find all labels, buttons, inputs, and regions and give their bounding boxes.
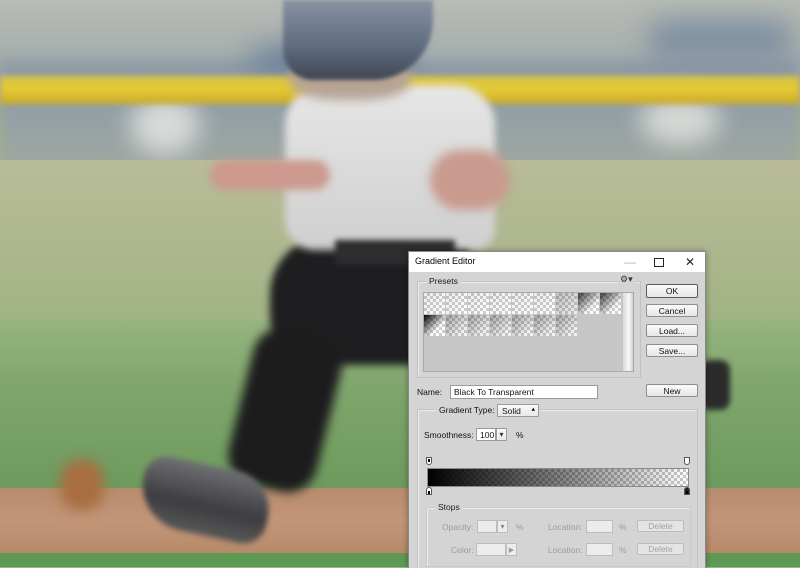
color-location-percent: % — [619, 545, 627, 555]
preset-swatch-gradient — [600, 293, 621, 314]
preset-swatch-checker-diag-5[interactable] — [534, 315, 556, 337]
opacity-stop-fill — [428, 459, 430, 462]
preset-swatch-checker-diag-6[interactable] — [556, 315, 578, 337]
photo-blur-blob — [650, 20, 790, 60]
name-input[interactable]: Black To Transparent — [450, 385, 598, 399]
opacity-label: Opacity: — [442, 522, 474, 532]
close-button[interactable]: ✕ — [675, 252, 705, 272]
photo-dust — [60, 460, 104, 510]
minimize-icon: — — [624, 255, 636, 269]
presets-group: Presets ⚙▾ — [417, 274, 641, 378]
preset-swatch-checker-diag-1[interactable] — [446, 315, 468, 337]
preset-swatch-checker-diag-2[interactable] — [468, 315, 490, 337]
dialog-body: Presets ⚙▾ OK Cancel Load... Save... Nam… — [409, 272, 705, 568]
preset-swatch-gradient — [446, 315, 467, 336]
maximize-button[interactable] — [644, 252, 674, 272]
cancel-button[interactable]: Cancel — [646, 304, 698, 317]
gradient-type-select[interactable]: Solid ▴ — [497, 404, 539, 417]
color-menu-button[interactable]: ▶ — [506, 543, 517, 556]
save-button[interactable]: Save... — [646, 344, 698, 357]
dialog-title: Gradient Editor — [415, 256, 476, 266]
opacity-location-label: Location: — [548, 522, 583, 532]
opacity-location-input[interactable] — [586, 520, 613, 533]
preset-swatch-gradient — [512, 315, 533, 336]
preset-swatch-gradient — [490, 293, 511, 314]
preset-swatch-gradient — [578, 293, 599, 314]
color-stop-fill — [428, 491, 430, 494]
delete-color-stop-button[interactable]: Delete — [637, 543, 684, 555]
opacity-percent: % — [516, 522, 524, 532]
presets-grid — [423, 292, 625, 372]
preset-swatch-gradient — [556, 293, 577, 314]
preset-swatch-black-to-transparent[interactable] — [424, 315, 446, 337]
gradient-editor-dialog: Gradient Editor — ✕ Presets ⚙▾ OK Cancel… — [408, 251, 706, 568]
preset-swatch-gradient — [512, 293, 533, 314]
preset-swatch-checker-light-5[interactable] — [512, 293, 534, 315]
close-icon: ✕ — [684, 255, 696, 269]
preset-swatch-checker-dark-1[interactable] — [578, 293, 600, 315]
opacity-stop-right[interactable] — [684, 457, 690, 465]
gradient-type-value: Solid — [502, 405, 521, 416]
photo-blur-blob — [130, 95, 200, 155]
smoothness-input[interactable]: 100 — [476, 428, 496, 441]
dropdown-icon: ▾ — [499, 430, 504, 439]
gear-icon[interactable]: ⚙▾ — [618, 274, 635, 285]
updown-arrows-icon: ▴ — [531, 406, 535, 413]
preset-swatch-checker-light-2[interactable] — [446, 293, 468, 315]
smoothness-unit: % — [516, 430, 524, 440]
stops-group: Stops Opacity: ▾ % Location: % Delete Co… — [426, 502, 691, 567]
stops-label: Stops — [435, 502, 463, 512]
opacity-location-percent: % — [619, 522, 627, 532]
preset-swatch-checker-light-1[interactable] — [424, 293, 446, 315]
color-label: Color: — [451, 545, 474, 555]
preset-swatch-checker-diag-4[interactable] — [512, 315, 534, 337]
gradient-type-label: Gradient Type: — [436, 405, 498, 415]
dropdown-icon: ▾ — [500, 522, 505, 531]
gradient-preview-bar[interactable] — [427, 468, 689, 487]
preset-swatch-gradient — [468, 315, 489, 336]
maximize-icon — [654, 257, 664, 267]
preset-swatch-gradient — [424, 293, 445, 314]
preset-swatch-checker-light-6[interactable] — [534, 293, 556, 315]
player-arm — [430, 150, 510, 210]
triangle-right-icon: ▶ — [508, 546, 515, 554]
preset-swatch-checker-mid-1[interactable] — [556, 293, 578, 315]
name-label: Name: — [417, 387, 443, 397]
preset-swatch-gradient — [534, 315, 555, 336]
presets-scrollbar[interactable] — [623, 292, 634, 372]
preset-swatch-checker-dark-2[interactable] — [600, 293, 622, 315]
presets-label: Presets — [426, 276, 461, 286]
preset-swatch-gradient — [556, 315, 577, 336]
title-bar[interactable]: Gradient Editor — ✕ — [409, 252, 705, 272]
ok-button[interactable]: OK — [646, 284, 698, 298]
preset-swatch-gradient — [490, 315, 511, 336]
load-button[interactable]: Load... — [646, 324, 698, 337]
opacity-input[interactable] — [477, 520, 497, 533]
preset-swatch-checker-light-4[interactable] — [490, 293, 512, 315]
preset-swatch-gradient — [534, 293, 555, 314]
player-arm — [210, 160, 330, 190]
smoothness-label: Smoothness: — [424, 430, 474, 440]
gradient-settings-group: Gradient Type: Solid ▴ Smoothness: 100 ▾… — [417, 404, 698, 567]
color-location-label: Location: — [548, 545, 583, 555]
color-swatch[interactable] — [476, 543, 506, 556]
preset-swatch-gradient — [468, 293, 489, 314]
delete-opacity-stop-button[interactable]: Delete — [637, 520, 684, 532]
minimize-button: — — [615, 252, 645, 272]
color-stop-left[interactable] — [426, 487, 432, 495]
preset-swatch-gradient — [424, 315, 445, 336]
color-stop-right[interactable] — [684, 487, 690, 495]
preset-swatch-checker-light-3[interactable] — [468, 293, 490, 315]
new-button[interactable]: New — [646, 384, 698, 397]
preset-swatch-checker-diag-3[interactable] — [490, 315, 512, 337]
color-location-input[interactable] — [586, 543, 613, 556]
color-stop-fill — [686, 491, 688, 494]
opacity-stop-left[interactable] — [426, 457, 432, 465]
opacity-stop-fill — [686, 459, 688, 462]
opacity-dropdown[interactable]: ▾ — [497, 520, 508, 533]
preset-swatch-gradient — [446, 293, 467, 314]
smoothness-dropdown[interactable]: ▾ — [496, 428, 507, 441]
